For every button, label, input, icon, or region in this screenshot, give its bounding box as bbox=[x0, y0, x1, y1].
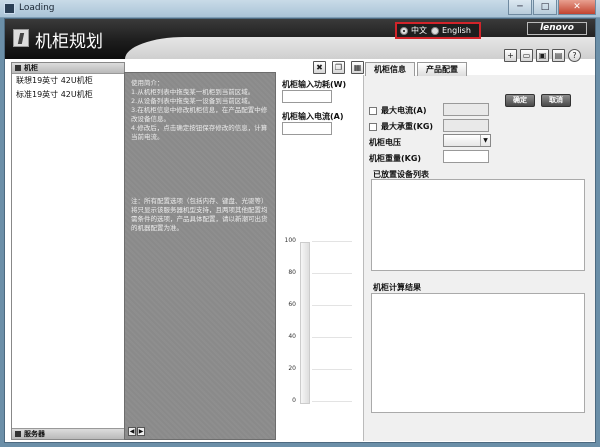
current-field bbox=[282, 122, 332, 135]
current-label: 机柜输入电流(A) bbox=[282, 112, 344, 121]
scale-tick: 60 bbox=[282, 301, 357, 308]
layout-icon[interactable]: ▤ bbox=[552, 49, 565, 62]
minimize-button[interactable]: ─ bbox=[508, 0, 532, 15]
help-icon[interactable]: ? bbox=[568, 49, 581, 62]
print-icon[interactable]: ▣ bbox=[536, 49, 549, 62]
power-label: 机柜输入功耗(W) bbox=[282, 80, 347, 89]
top-toolbar: + ▭ ▣ ▤ ? bbox=[501, 49, 581, 62]
rack-list-item[interactable]: 联想19英寸 42U机柜 bbox=[12, 74, 124, 88]
prev-icon[interactable]: ◀ bbox=[128, 427, 136, 436]
max-load-field[interactable] bbox=[443, 119, 489, 132]
next-icon[interactable]: ▶ bbox=[137, 427, 145, 436]
voltage-label: 机柜电压 bbox=[369, 138, 401, 147]
window-controls: ─ □ ✕ bbox=[507, 0, 596, 15]
max-current-row: 最大电流(A) bbox=[369, 105, 427, 116]
middle-toolbar: ✖ ❐ ▦ bbox=[307, 61, 364, 74]
scale-tick: 80 bbox=[282, 269, 357, 276]
ok-button[interactable]: 确定 bbox=[505, 94, 535, 107]
max-load-checkbox[interactable] bbox=[369, 122, 377, 131]
weight-label: 机柜重量(KG) bbox=[369, 154, 422, 163]
rack-list-header[interactable]: 机柜 bbox=[12, 63, 124, 74]
placed-devices-list[interactable] bbox=[371, 179, 585, 271]
result-area[interactable] bbox=[371, 293, 585, 413]
max-load-label: 最大承重(KG) bbox=[381, 122, 434, 131]
usage-note: 注：所有配置选项（包括内存、键盘、光驱等）将只显示该服务器机型支持，且两项其他配… bbox=[131, 197, 268, 232]
rack-drop-area[interactable]: 使用简介： 1.从机柜列表中拖曳某一机柜到当前区域。 2.从设备列表中拖曳某一设… bbox=[124, 72, 276, 440]
scale-tick: 40 bbox=[282, 333, 357, 340]
app-logo-icon bbox=[13, 29, 29, 47]
max-current-checkbox[interactable] bbox=[369, 106, 377, 115]
max-current-field[interactable] bbox=[443, 103, 489, 116]
server-list-title: 服务器 bbox=[24, 430, 45, 438]
window-titlebar: Loading ─ □ ✕ bbox=[0, 0, 600, 18]
tab-rack-info[interactable]: 机柜信息 bbox=[365, 62, 415, 76]
window-bottom-edge bbox=[4, 443, 596, 447]
weight-field[interactable] bbox=[443, 150, 489, 163]
language-label-english[interactable]: English bbox=[442, 26, 471, 35]
result-label: 机柜计算结果 bbox=[373, 283, 421, 292]
max-current-label: 最大电流(A) bbox=[381, 106, 427, 115]
voltage-select[interactable]: ▼ bbox=[443, 134, 491, 147]
weight-row: 机柜重量(KG) bbox=[369, 153, 421, 164]
server-icon bbox=[15, 431, 21, 437]
app-title: 机柜规划 bbox=[35, 32, 103, 52]
close-button[interactable]: ✕ bbox=[558, 0, 596, 15]
save-icon[interactable]: ▭ bbox=[520, 49, 533, 62]
rack-nav: ◀ ▶ bbox=[128, 427, 146, 436]
delete-icon[interactable]: ✖ bbox=[313, 61, 326, 74]
clear-icon[interactable]: ▦ bbox=[351, 61, 364, 74]
brand-logo: lenovo bbox=[527, 22, 587, 35]
add-icon[interactable]: + bbox=[504, 49, 517, 62]
chevron-down-icon[interactable]: ▼ bbox=[480, 135, 490, 146]
rack-list-title: 机柜 bbox=[24, 64, 38, 72]
power-field bbox=[282, 90, 332, 103]
usage-instructions: 使用简介： 1.从机柜列表中拖曳某一机柜到当前区域。 2.从设备列表中拖曳某一设… bbox=[131, 79, 268, 141]
scale-bar bbox=[300, 242, 310, 404]
rack-list-panel: 机柜 联想19英寸 42U机柜 标准19英寸 42U机柜 服务器 bbox=[11, 62, 125, 440]
rack-list-item[interactable]: 标准19英寸 42U机柜 bbox=[12, 88, 124, 102]
server-list-header[interactable]: 服务器 bbox=[12, 428, 124, 439]
maximize-button[interactable]: □ bbox=[533, 0, 557, 15]
language-label-chinese[interactable]: 中文 bbox=[411, 25, 427, 36]
max-load-row: 最大承重(KG) bbox=[369, 121, 433, 132]
app-icon bbox=[4, 3, 15, 14]
scale-tick: 20 bbox=[282, 365, 357, 372]
scale-tick: 100 bbox=[282, 237, 357, 244]
current-scale: 100 80 60 40 20 0 bbox=[282, 237, 362, 407]
tab-product-config[interactable]: 产品配置 bbox=[417, 62, 467, 76]
rack-icon bbox=[15, 65, 21, 71]
scale-tick: 0 bbox=[282, 397, 357, 404]
info-tabs: 机柜信息 产品配置 bbox=[365, 62, 469, 76]
language-radio-english[interactable] bbox=[431, 26, 439, 35]
language-radio-chinese[interactable] bbox=[400, 26, 408, 35]
copy-icon[interactable]: ❐ bbox=[332, 61, 345, 74]
window-title: Loading bbox=[19, 3, 55, 13]
cancel-button[interactable]: 取消 bbox=[541, 94, 571, 107]
app-frame: 机柜规划 中文 English lenovo + ▭ ▣ ▤ ? 机柜 联想19… bbox=[4, 18, 596, 443]
language-selector: 中文 English bbox=[395, 22, 481, 39]
voltage-row: 机柜电压 bbox=[369, 137, 401, 148]
